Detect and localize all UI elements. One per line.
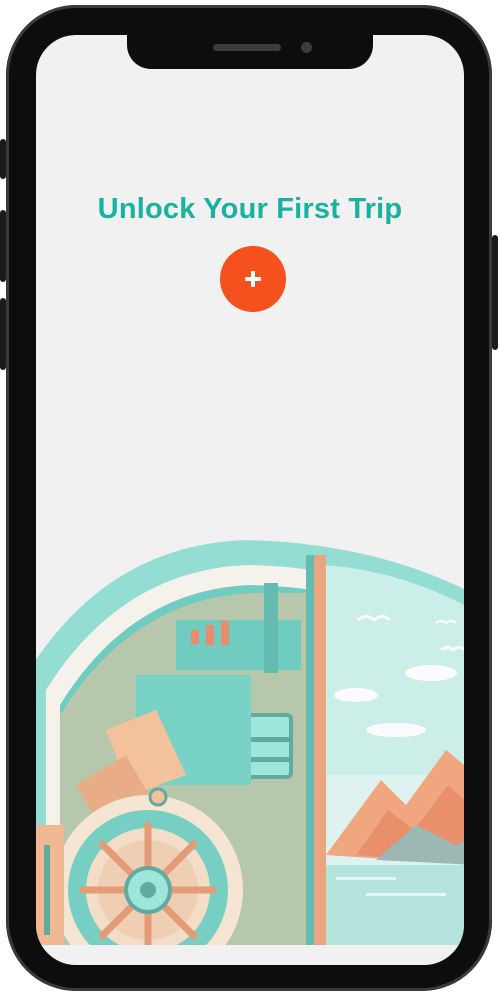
add-trip-button[interactable] (220, 246, 286, 312)
side-button-volume-up (0, 210, 6, 282)
app-screen: Unlock Your First Trip (36, 35, 464, 965)
vault-door-illustration (36, 540, 464, 945)
page-title: Unlock Your First Trip (97, 193, 403, 225)
side-button-volume-down (0, 298, 6, 370)
home-indicator[interactable] (192, 945, 308, 950)
speaker-grille (213, 44, 281, 51)
side-button-silent (0, 139, 6, 179)
plus-icon (245, 271, 261, 287)
camera-notch (127, 35, 373, 69)
side-button-power (492, 235, 498, 350)
front-camera (301, 42, 312, 53)
